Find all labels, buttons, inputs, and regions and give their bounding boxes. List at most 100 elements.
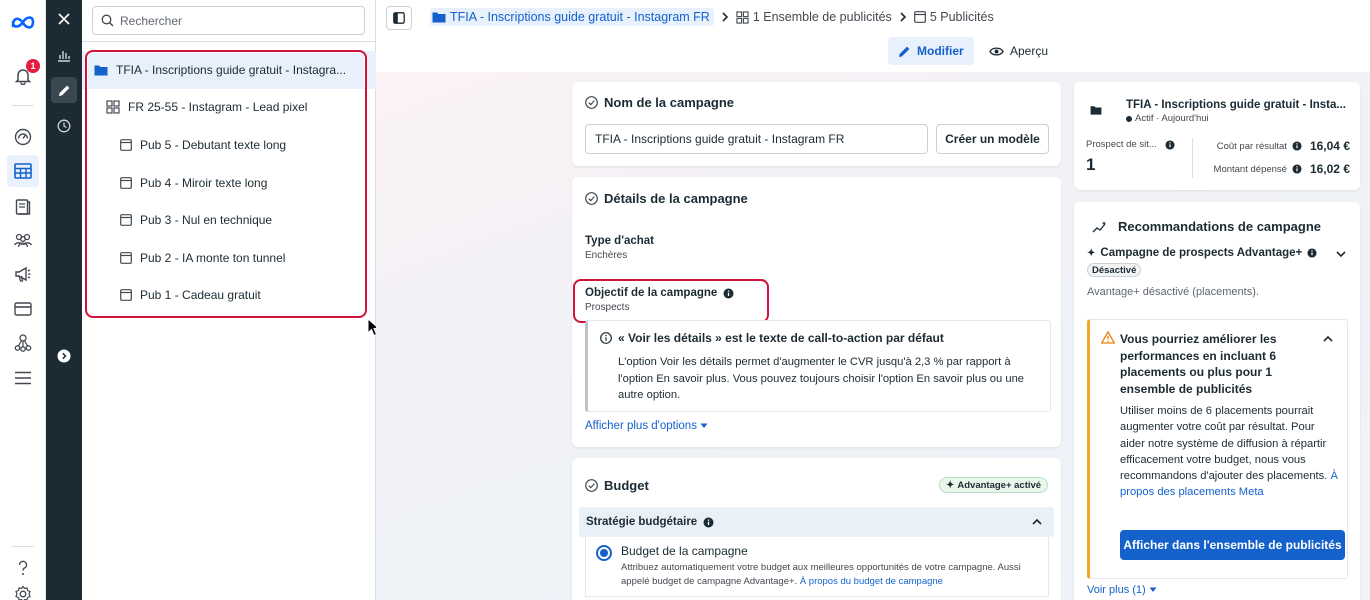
preview-button-label: Aperçu — [1010, 44, 1049, 58]
check-circle-icon — [585, 96, 598, 109]
show-more-options-link[interactable]: Afficher plus d'options — [585, 420, 708, 432]
audiences-people-icon[interactable] — [11, 228, 35, 252]
search-input[interactable] — [120, 13, 350, 28]
history-clock-icon[interactable] — [51, 113, 77, 139]
campaign-budget-label: Budget de la campagne — [621, 544, 748, 558]
check-circle-icon — [585, 192, 598, 205]
meta-logo-icon[interactable] — [9, 10, 37, 34]
advantage-active-badge: ✦ Advantage+ activé — [939, 477, 1049, 493]
close-icon[interactable] — [51, 6, 77, 32]
breadcrumb-adsets[interactable]: 1 Ensemble de publicités — [736, 10, 892, 24]
breadcrumb-campaign[interactable]: TFIA - Inscriptions guide gratuit - Inst… — [430, 8, 714, 26]
advantage-campaign-row[interactable]: ✦ Campagne de prospects Advantage+ — [1087, 247, 1317, 259]
budget-card: Budget ✦ Advantage+ activé Stratégie budg… — [572, 458, 1061, 600]
tree-divider — [82, 41, 376, 42]
info-icon[interactable] — [1292, 164, 1302, 174]
eye-icon — [989, 46, 1004, 56]
budget-strategy-label-row: Stratégie budgétaire — [586, 516, 714, 528]
business-network-icon[interactable] — [11, 331, 35, 355]
sidebar-toggle-icon — [393, 12, 405, 24]
create-template-label: Créer un modèle — [945, 132, 1040, 146]
tree-item-ad[interactable]: Pub 4 - Miroir texte long — [82, 164, 376, 202]
campaigns-megaphone-icon[interactable] — [11, 262, 35, 286]
info-icon[interactable] — [703, 517, 714, 528]
breadcrumb-ads-label: 5 Publicités — [929, 10, 994, 24]
info-icon[interactable] — [1292, 141, 1302, 151]
advantage-note: Avantage+ désactivé (placements). — [1087, 286, 1259, 298]
campaign-budget-desc: Attribuez automatiquement votre budget a… — [621, 562, 1021, 587]
tree-item-label: FR 25-55 - Instagram - Lead pixel — [128, 100, 308, 115]
breadcrumb-adsets-label: 1 Ensemble de publicités — [752, 10, 892, 24]
campaign-budget-link[interactable]: À propos du budget de campagne — [800, 576, 943, 587]
ads-manager-table-icon[interactable] — [7, 155, 39, 187]
campaign-summary-card: TFIA - Inscriptions guide gratuit - Inst… — [1074, 82, 1360, 190]
check-circle-icon — [585, 479, 598, 492]
tree-item-ad[interactable]: Pub 5 - Debutant texte long — [82, 126, 376, 164]
editor-content: Nom de la campagne TFIA - Inscriptions g… — [376, 72, 1370, 600]
tree-item-ad[interactable]: Pub 3 - Nul en technique — [82, 201, 376, 239]
all-tools-menu-icon[interactable] — [11, 366, 35, 390]
info-icon[interactable] — [1307, 248, 1317, 258]
toggle-panel-button[interactable] — [386, 6, 412, 30]
pages-book-icon[interactable] — [11, 195, 35, 219]
billing-card-icon[interactable] — [11, 297, 35, 321]
search-icon — [101, 14, 114, 27]
recommendations-title: Recommandations de campagne — [1118, 219, 1321, 234]
summary-folder-icon — [1082, 96, 1110, 124]
advantage-campaign-title: Campagne de prospects Advantage+ — [1100, 247, 1303, 259]
campaign-name-title-row: Nom de la campagne — [585, 95, 734, 110]
warning-body: Utiliser moins de 6 placements pourrait … — [1120, 405, 1338, 499]
ad-icon — [120, 251, 132, 264]
edit-button[interactable]: Modifier — [888, 37, 974, 65]
recommendations-title-row: Recommandations de campagne — [1092, 219, 1321, 234]
tree-item-label: TFIA - Inscriptions guide gratuit - Inst… — [116, 62, 347, 77]
help-question-icon[interactable] — [11, 556, 35, 580]
adset-grid-icon — [106, 100, 120, 114]
campaign-name-title: Nom de la campagne — [604, 95, 735, 110]
edit-pencil-icon[interactable] — [51, 77, 77, 103]
rail-divider — [12, 105, 34, 106]
campaign-name-value: TFIA - Inscriptions guide gratuit - Inst… — [595, 132, 845, 146]
tree-item-campaign[interactable]: TFIA - Inscriptions guide gratuit - Inst… — [82, 51, 376, 89]
performance-chart-icon[interactable] — [51, 42, 77, 68]
chevron-up-icon[interactable] — [1323, 335, 1333, 342]
info-icon[interactable] — [723, 288, 734, 299]
search-box[interactable] — [92, 6, 365, 35]
ad-icon — [120, 139, 132, 151]
highlight-annotation-objective — [573, 279, 769, 323]
info-circle-icon — [600, 332, 612, 344]
view-in-adset-button[interactable]: Afficher dans l'ensemble de publicités — [1120, 530, 1345, 560]
cta-info-title-row: « Voir les détails » est le texte de cal… — [600, 331, 944, 345]
campaign-details-title: Détails de la campagne — [604, 191, 748, 206]
edit-button-label: Modifier — [917, 44, 964, 58]
create-template-button[interactable]: Créer un modèle — [936, 124, 1049, 154]
notifications-bell-icon[interactable]: 1 — [11, 59, 40, 88]
campaign-budget-radio[interactable] — [596, 545, 612, 561]
campaign-name-input[interactable]: TFIA - Inscriptions guide gratuit - Inst… — [585, 124, 928, 154]
chevron-right-icon — [722, 12, 728, 22]
campaign-name-card: Nom de la campagne TFIA - Inscriptions g… — [572, 82, 1061, 166]
tree-item-ad[interactable]: Pub 1 - Cadeau gratuit — [82, 277, 376, 315]
expand-panel-chevron-icon[interactable] — [51, 343, 77, 369]
pencil-icon — [899, 46, 910, 57]
placement-warning-box: Vous pourriez améliorer les performances… — [1087, 319, 1348, 579]
info-icon[interactable] — [1165, 139, 1175, 150]
notification-count-badge: 1 — [26, 59, 40, 73]
tree-item-label: Pub 2 - IA monte ton tunnel — [140, 250, 286, 265]
disabled-badge: Désactivé — [1087, 263, 1142, 277]
breadcrumb: TFIA - Inscriptions guide gratuit - Inst… — [430, 8, 994, 26]
tree-item-ad[interactable]: Pub 2 - IA monte ton tunnel — [82, 239, 376, 277]
see-more-link[interactable]: Voir plus (1) — [1087, 584, 1157, 596]
warning-title: Vous pourriez améliorer les performances… — [1120, 332, 1277, 396]
dashboard-gauge-icon[interactable] — [11, 125, 35, 149]
tree-item-adset[interactable]: FR 25-55 - Instagram - Lead pixel — [82, 89, 376, 127]
budget-strategy-header[interactable]: Stratégie budgétaire — [579, 507, 1054, 537]
caret-down-icon — [1149, 587, 1157, 592]
preview-button[interactable]: Aperçu — [979, 37, 1058, 65]
status-dot-icon — [1126, 115, 1132, 122]
breadcrumb-ads[interactable]: 5 Publicités — [913, 10, 994, 24]
breadcrumb-campaign-label: TFIA - Inscriptions guide gratuit - Inst… — [450, 10, 710, 24]
summary-spent-row: Montant dépensé 16,02 € — [1213, 162, 1350, 176]
chevron-down-icon[interactable] — [1336, 251, 1346, 258]
settings-gear-icon[interactable] — [11, 582, 35, 600]
